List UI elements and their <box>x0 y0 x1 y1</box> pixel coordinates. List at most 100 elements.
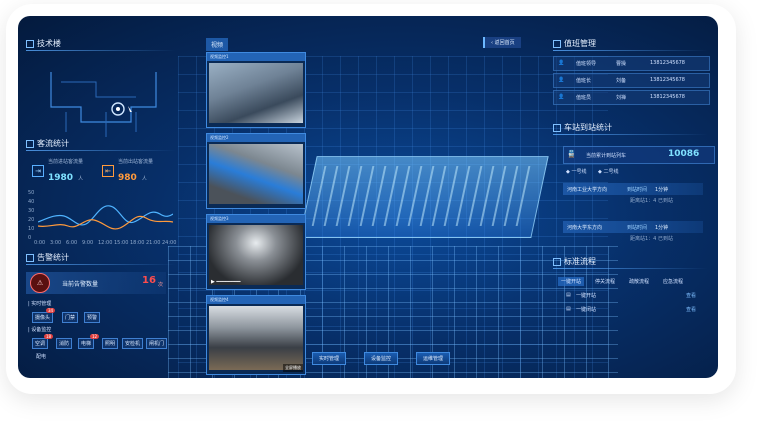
panel-title-doc: 标准流程 <box>553 256 596 267</box>
user-icon: 👤 <box>558 77 565 83</box>
station-model-detail <box>311 166 535 226</box>
bottom-nav-ops[interactable]: 运维管理 <box>416 352 451 365</box>
stat-outbound-unit: 人 <box>141 176 147 182</box>
panel-title-pass: 车站到站统计 <box>553 122 612 133</box>
doc-row: ▤ 一键闭站 查看 <box>566 306 697 313</box>
x-tick-label: 21:00 <box>146 240 161 246</box>
train-count-value: 10086 <box>668 149 700 159</box>
route-status: 距离站1：4 已到站 <box>630 236 673 242</box>
enter-icon: ⇥ <box>32 165 44 177</box>
divider <box>553 268 708 269</box>
inbound-series-line <box>38 205 173 226</box>
tag-door[interactable]: 门禁 <box>62 312 79 323</box>
y-tick-label: 30 <box>28 208 35 214</box>
exit-icon: ⇤ <box>102 165 114 177</box>
x-tick-label: 15:00 <box>114 240 129 246</box>
stat-inbound-value: 1980 <box>48 173 74 183</box>
back-home-button[interactable]: ‹ 返回首页 <box>483 37 521 48</box>
route-status: 距离站1：4 已到站 <box>630 198 673 204</box>
camera-image-hall <box>209 144 303 204</box>
route-row: 河南大学东方向 到站时间 1分钟 <box>563 221 703 233</box>
camera-title: 视频监控3 <box>207 215 305 223</box>
divider <box>26 50 176 51</box>
y-tick-label: 0 <box>28 235 32 241</box>
camera-feed-1[interactable]: 视频监控1 <box>206 52 306 128</box>
floor-minimap[interactable] <box>36 62 166 140</box>
alarm-current-label: 当前告警数量 <box>62 281 99 288</box>
section-track-label: | 实时管理 <box>28 301 52 307</box>
view-link[interactable]: 查看 <box>686 292 696 299</box>
line-legend-2: ◆ 二号线 <box>598 169 619 175</box>
alarm-current-unit: 次 <box>158 282 164 288</box>
doc-row: ▤ 一键开站 查看 <box>566 292 697 299</box>
duty-row: 👤 值班长 刘备 13812345678 <box>553 73 710 88</box>
dashboard-screen: 技术楼 客流统计 ⇥ 当前进站客流量 1980 人 ⇤ 当前出站客流量 980 … <box>18 16 718 378</box>
camera-title: 视频监控2 <box>207 134 305 142</box>
tag-power[interactable]: 配电 <box>36 353 46 360</box>
document-icon: ▤ <box>566 306 571 312</box>
x-tick-label: 3:00 <box>50 240 62 246</box>
line-legend-1: ◆ 一号线 <box>566 169 587 175</box>
camera-feed-2[interactable]: 视频监控2 <box>206 133 306 209</box>
camera-image-lobby <box>209 225 303 285</box>
y-tick-label: 20 <box>28 217 35 223</box>
alarm-current-value: 16 <box>142 275 156 286</box>
tab-open-station[interactable]: 一键开站 <box>558 277 585 286</box>
y-tick-label: 10 <box>28 226 35 232</box>
tag-camera[interactable]: 摄像头 <box>32 312 54 323</box>
divider <box>553 134 708 135</box>
section-device-label: | 设备监控 <box>28 327 52 333</box>
play-icon[interactable]: ▶ ━━━━━━━━ <box>211 279 241 285</box>
camera-feed-3[interactable]: 视频监控3 ▶ ━━━━━━━━ <box>206 214 306 290</box>
x-tick-label: 0:00 <box>34 240 46 246</box>
camera-title: 视频监控4 <box>207 296 305 304</box>
panel-title-flow: 客流统计 <box>26 138 69 149</box>
tag-fire[interactable]: 消防 <box>56 338 73 349</box>
alarm-summary: ⚠ 当前告警数量 16 次 <box>26 272 166 294</box>
divider <box>553 50 708 51</box>
tag-ac[interactable]: 空调 <box>32 338 49 349</box>
fullscreen-play-button[interactable]: 全屏播放 <box>283 364 303 372</box>
title-marker-icon <box>26 39 34 48</box>
x-tick-label: 6:00 <box>66 240 78 246</box>
tag-scanner[interactable]: 安检机 <box>122 338 144 349</box>
tab-evacuation[interactable]: 疏散流程 <box>626 277 652 286</box>
alarm-shield-icon: ⚠ <box>30 273 50 293</box>
user-icon: 👤 <box>558 94 565 100</box>
divider <box>26 150 176 151</box>
tag-warning[interactable]: 预警 <box>84 312 101 323</box>
tag-light[interactable]: 照明 <box>102 338 119 349</box>
duty-row: 👤 值班员 刘禅 13812345678 <box>553 90 710 105</box>
bottom-nav-device[interactable]: 设备监控 <box>364 352 399 365</box>
tag-elevator[interactable]: 电梯 <box>78 338 95 349</box>
duty-row: 👤 值班领导 曹操 13812345678 <box>553 56 710 71</box>
panel-title-map: 技术楼 <box>26 38 61 49</box>
title-marker-icon <box>553 257 561 266</box>
panel-title-alarm: 告警统计 <box>26 252 69 263</box>
stat-inbound: ⇥ 当前进站客流量 1980 人 <box>32 158 83 184</box>
camera-image-corridor <box>209 306 303 370</box>
view-link[interactable]: 查看 <box>686 306 696 313</box>
x-tick-label: 24:00 <box>162 240 177 246</box>
stat-inbound-unit: 人 <box>78 176 84 182</box>
tag-gate[interactable]: 闸机门 <box>146 338 168 349</box>
tab-close-station[interactable]: 停关流程 <box>592 277 618 286</box>
bottom-nav-realtime[interactable]: 实时管理 <box>312 352 347 365</box>
tab-emergency[interactable]: 应急流程 <box>660 277 686 286</box>
train-count: 🚆 当前累计到站列车 10086 <box>563 146 715 164</box>
flow-line-chart <box>38 205 173 230</box>
train-icon: 🚆 <box>567 150 576 158</box>
x-tick-label: 18:00 <box>130 240 145 246</box>
y-tick-label: 50 <box>28 190 35 196</box>
title-marker-icon <box>553 39 561 48</box>
stat-outbound: ⇤ 当前出站客流量 980 人 <box>102 158 153 184</box>
camera-feed-4[interactable]: 视频监控4 全屏播放 <box>206 295 306 375</box>
train-count-label: 当前累计到站列车 <box>586 153 627 159</box>
y-tick-label: 40 <box>28 199 35 205</box>
divider <box>26 264 176 265</box>
route-row: 河南工业大学方向 到站时间 1分钟 <box>563 183 703 195</box>
stat-outbound-value: 980 <box>118 173 137 183</box>
x-tick-label: 12:00 <box>98 240 113 246</box>
badge-ac: 18 <box>44 334 54 339</box>
camera-image-office <box>209 63 303 123</box>
